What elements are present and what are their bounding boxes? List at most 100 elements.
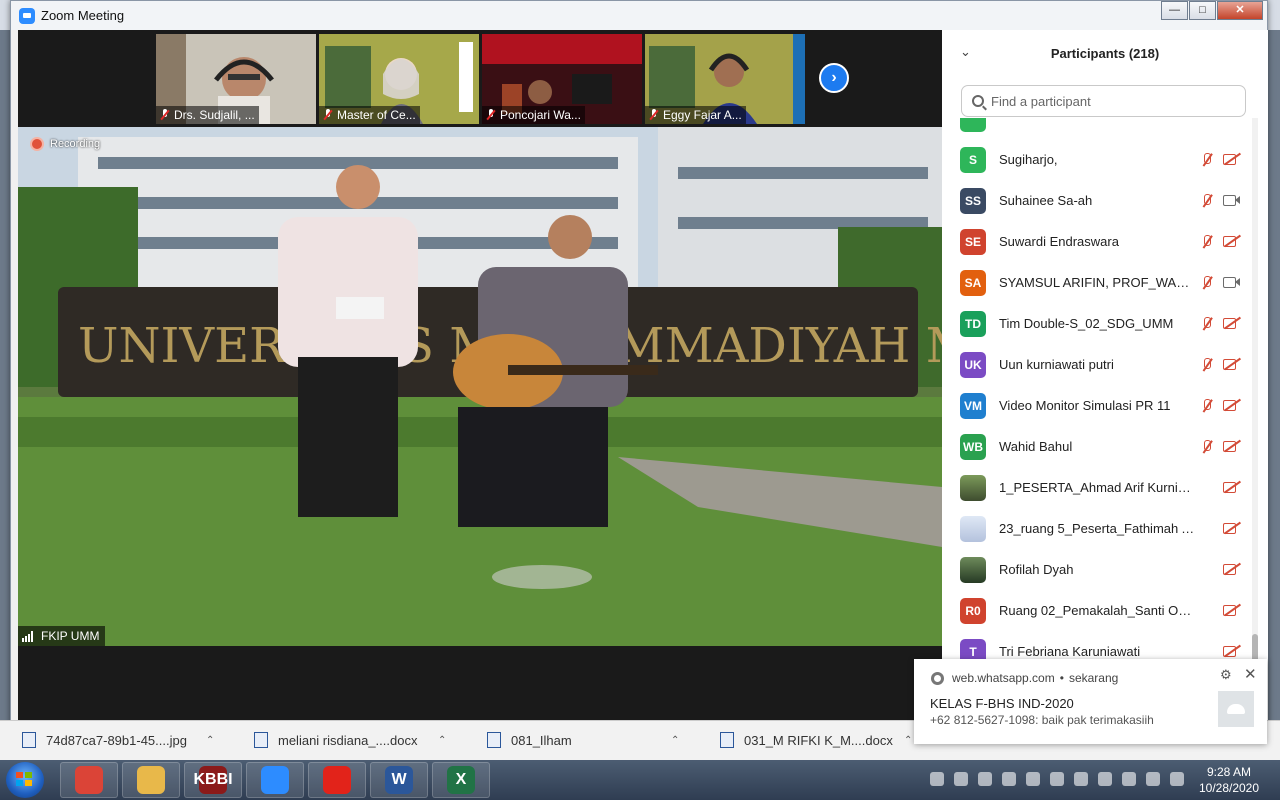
tray-icon[interactable] [1074,772,1088,786]
chevron-up-icon[interactable]: ⌃ [438,735,446,746]
volume-icon[interactable] [1146,772,1160,786]
participant-row[interactable]: 1_PESERTA_Ahmad Arif Kurniawan [942,467,1252,508]
participant-name: SYAMSUL ARIFIN, PROF_WAKILR... [999,275,1195,290]
image-file-icon [22,732,36,748]
video-off-icon [1223,399,1241,411]
participant-search-input[interactable] [991,93,1231,109]
participant-row[interactable]: WB Wahid Bahul [942,426,1252,467]
system-clock[interactable]: 9:28 AM 10/28/2020 [1190,764,1268,796]
recording-label: Recording [50,138,101,150]
notification-source: web.whatsapp.com • sekarang [931,671,1118,685]
taskbar-app-button[interactable] [60,762,118,798]
word-icon: W [385,766,413,794]
gear-icon[interactable]: ⚙ [1220,667,1232,683]
participant-row[interactable]: 23_ruang 5_Peserta_Fathimah Az-Za... [942,508,1252,549]
participant-name: 1_PESERTA_Ahmad Arif Kurniawan [999,480,1195,495]
download-item[interactable]: 74d87ca7-89b1-45....jpg ⌃ [22,725,214,755]
participants-panel: ⌄ Participants (218) S Sugiharjo, SS Suhain… [942,30,1268,728]
video-thumbnail[interactable]: Master of Ce... [319,34,479,124]
speaker-icon[interactable] [978,772,992,786]
video-thumbnail[interactable]: Poncojari Wa... [482,34,642,124]
maximize-button[interactable]: □ [1189,1,1216,20]
tray-icon[interactable] [1170,772,1184,786]
tray-icon[interactable] [1098,772,1112,786]
word-file-icon [254,732,268,748]
collapse-chevron-icon[interactable]: ⌄ [960,44,971,60]
title-bar: Zoom Meeting — □ ✕ [11,1,1267,30]
participant-name: Rofilah Dyah [999,562,1074,577]
avatar: TD [960,310,986,337]
zoom-meeting-window: Zoom Meeting — □ ✕ Drs. Sudjalil, ... Ma… [10,0,1268,728]
download-item[interactable]: meliani risdiana_....docx ⌃ [254,725,446,755]
download-item[interactable]: 031_M RIFKI K_M....docx ⌃ [720,725,912,755]
taskbar-app-button[interactable] [308,762,366,798]
active-speaker-video: UNIVERSITAS MUHAMMADIYAH MALANG Recordin… [18,127,942,646]
participant-list-scrollbar[interactable] [1252,118,1258,666]
opera-icon [323,766,351,794]
zoom-icon [261,766,289,794]
participant-row[interactable]: SA SYAMSUL ARIFIN, PROF_WAKILR... [942,262,1252,303]
participant-name: Sugiharjo, [999,152,1058,167]
video-off-icon [1223,358,1241,370]
speaker-name: FKIP UMM [41,629,100,643]
video-off-icon [1223,481,1241,493]
video-thumbnail[interactable]: Drs. Sudjalil, ... [156,34,316,124]
clock-date: 10/28/2020 [1198,781,1260,795]
video-off-icon [1223,317,1241,329]
minimize-button[interactable]: — [1161,1,1188,20]
avatar: R0 [960,597,986,624]
tray-icon[interactable] [1002,772,1016,786]
participant-search[interactable] [961,85,1246,117]
taskbar-app-button[interactable] [246,762,304,798]
participant-row[interactable]: S Sugiharjo, [942,139,1252,180]
tray-icon[interactable] [1026,772,1040,786]
avatar: S [960,146,986,173]
participant-row[interactable]: SE Suwardi Endraswara [942,221,1252,262]
participant-row[interactable]: VM Video Monitor Simulasi PR 11 [942,385,1252,426]
tray-icon[interactable] [1050,772,1064,786]
tray-icon[interactable] [954,772,968,786]
participant-row[interactable]: Rofilah Dyah [942,549,1252,590]
taskbar-app-button[interactable] [122,762,180,798]
tray-icon[interactable] [930,772,944,786]
whatsapp-notification[interactable]: web.whatsapp.com • sekarang ⚙ ✕ KELAS F-… [914,659,1267,744]
next-page-arrow-icon[interactable]: › [819,63,849,93]
participant-row[interactable]: UK Uun kurniawati putri [942,344,1252,385]
close-button[interactable]: ✕ [1217,1,1263,20]
avatar [960,118,986,132]
close-icon[interactable]: ✕ [1244,665,1257,683]
chevron-up-icon[interactable]: ⌃ [904,735,912,746]
taskbar-app-button[interactable]: W [370,762,428,798]
participant-row[interactable]: TD Tim Double-S_02_SDG_UMM [942,303,1252,344]
participant-row-partial[interactable] [942,118,1252,139]
video-off-icon [1223,522,1241,534]
participant-name: Uun kurniawati putri [999,357,1114,372]
folder-icon [137,766,165,794]
thumbnail-name: Poncojari Wa... [500,108,581,122]
thumbnail-name-bar: Drs. Sudjalil, ... [156,106,259,124]
taskbar-app-button[interactable]: X [432,762,490,798]
avatar: UK [960,351,986,378]
taskbar-app-button[interactable]: KBBI [184,762,242,798]
chevron-up-icon[interactable]: ⌃ [206,735,214,746]
video-thumbnail[interactable]: Eggy Fajar A... [645,34,805,124]
mic-muted-icon [649,109,659,121]
chevron-up-icon[interactable]: ⌃ [671,735,679,746]
system-tray [930,772,1194,786]
download-item[interactable]: 081_Ilham ⌃ [487,725,679,755]
participant-name: Video Monitor Simulasi PR 11 [999,398,1171,413]
speaker-name-label: FKIP UMM [18,626,106,646]
participant-row[interactable]: R0 Ruang 02_Pemakalah_Santi Oktavia [942,590,1252,631]
video-off-icon [1223,645,1241,657]
video-off-icon [1223,440,1241,452]
participant-row[interactable]: SS Suhainee Sa-ah [942,180,1252,221]
thumbnail-name-bar: Eggy Fajar A... [645,106,746,124]
notification-title: KELAS F-BHS IND-2020 [930,696,1074,711]
notification-message: +62 812-5627-1098: baik pak terimakasiih [930,713,1154,727]
participant-name: Suwardi Endraswara [999,234,1119,249]
video-camera-icon [1223,194,1241,206]
participant-name: 23_ruang 5_Peserta_Fathimah Az-Za... [999,521,1195,536]
avatar: VM [960,392,986,419]
tray-icon[interactable] [1122,772,1136,786]
participant-name: Tim Double-S_02_SDG_UMM [999,316,1174,331]
